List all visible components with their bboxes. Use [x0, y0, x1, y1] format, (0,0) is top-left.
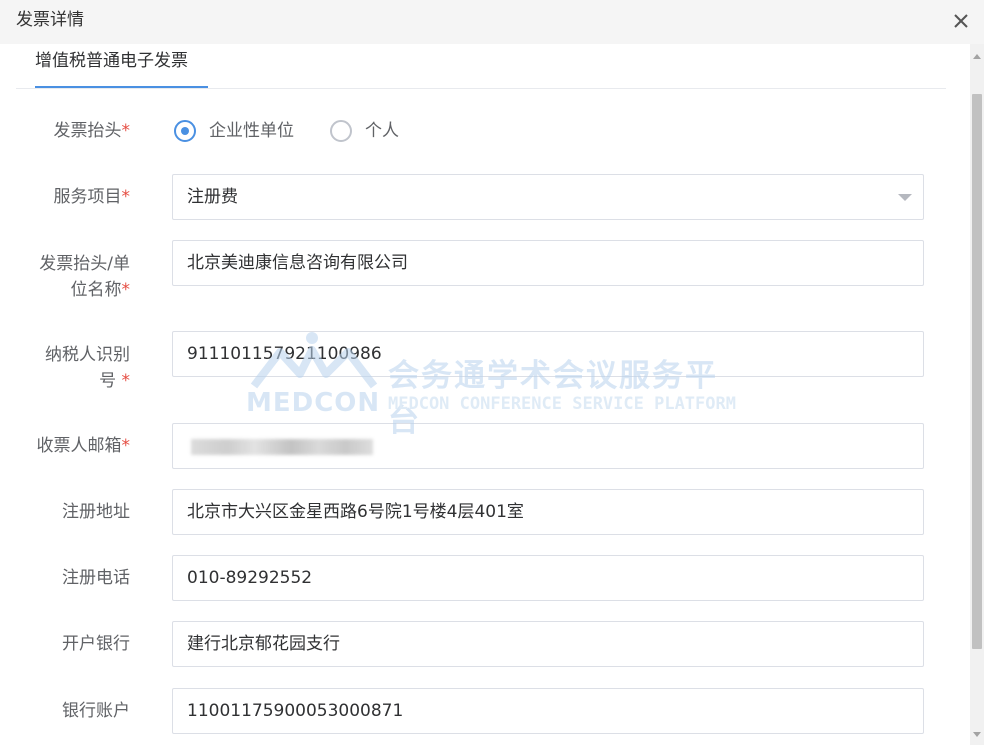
tab-bar: 增值税普通电子发票 — [16, 44, 946, 89]
required-mark: * — [121, 121, 131, 141]
invoice-detail-dialog: 发票详情 增值税普通电子发票 发票抬头* 企业性单位 个人 服务项目* 注册费 … — [0, 0, 984, 745]
scroll-up-arrow-icon[interactable] — [973, 54, 981, 59]
invoice-header-label: 发票抬头* — [53, 121, 131, 141]
company-name-value: 北京美迪康信息咨询有限公司 — [187, 253, 408, 273]
tab-vat-electronic-invoice[interactable]: 增值税普通电子发票 — [35, 50, 188, 88]
vertical-scrollbar[interactable] — [970, 44, 984, 745]
radio-individual[interactable]: 个人 — [328, 118, 418, 146]
registered-phone-label: 注册电话 — [62, 568, 130, 588]
scroll-down-arrow-icon[interactable] — [973, 732, 981, 737]
taxpayer-id-label: 纳税人识别 号 * — [45, 345, 131, 391]
recipient-email-input[interactable] — [172, 423, 924, 469]
service-item-value: 注册费 — [187, 187, 238, 207]
registered-address-value: 北京市大兴区金星西路6号院1号楼4层401室 — [187, 502, 524, 522]
taxpayer-id-value: 911101157921100986 — [187, 344, 382, 364]
bank-account-value: 11001175900053000871 — [187, 701, 404, 721]
bank-account-input[interactable]: 11001175900053000871 — [172, 688, 924, 734]
watermark-title-en: MEDCON CONFERENCE SERVICE PLATFORM — [388, 394, 736, 414]
watermark-logo-text: MEDCON — [246, 388, 381, 418]
bank-value: 建行北京郁花园支行 — [187, 634, 340, 654]
radio-enterprise-label: 企业性单位 — [209, 121, 294, 141]
required-mark: * — [121, 187, 131, 207]
required-mark: * — [121, 371, 131, 391]
redacted-email-value — [191, 439, 373, 455]
radio-checked-icon — [174, 120, 196, 142]
bank-input[interactable]: 建行北京郁花园支行 — [172, 621, 924, 667]
dialog-title: 发票详情 — [16, 10, 84, 30]
active-tab-indicator — [35, 86, 208, 88]
scrollbar-thumb[interactable] — [972, 94, 982, 649]
registered-address-input[interactable]: 北京市大兴区金星西路6号院1号楼4层401室 — [172, 489, 924, 535]
registered-address-label: 注册地址 — [62, 502, 130, 522]
dialog-header: 发票详情 — [0, 0, 984, 44]
chevron-down-icon — [898, 194, 912, 201]
bank-account-label: 银行账户 — [62, 701, 130, 721]
registered-phone-input[interactable]: 010-89292552 — [172, 555, 924, 601]
radio-individual-label: 个人 — [365, 121, 399, 141]
close-icon — [954, 14, 968, 28]
company-name-label: 发票抬头/单 位名称* — [39, 254, 131, 300]
company-name-input[interactable]: 北京美迪康信息咨询有限公司 — [172, 240, 924, 286]
service-item-label: 服务项目* — [53, 187, 131, 207]
bank-label: 开户银行 — [62, 634, 130, 654]
close-button[interactable] — [946, 6, 976, 36]
required-mark: * — [121, 280, 131, 300]
radio-unchecked-icon — [330, 120, 352, 142]
registered-phone-value: 010-89292552 — [187, 568, 313, 588]
radio-enterprise[interactable]: 企业性单位 — [172, 118, 312, 146]
required-mark: * — [121, 436, 131, 456]
taxpayer-id-input[interactable]: 911101157921100986 — [172, 331, 924, 377]
recipient-email-label: 收票人邮箱* — [36, 436, 131, 456]
service-item-select[interactable]: 注册费 — [172, 174, 924, 220]
